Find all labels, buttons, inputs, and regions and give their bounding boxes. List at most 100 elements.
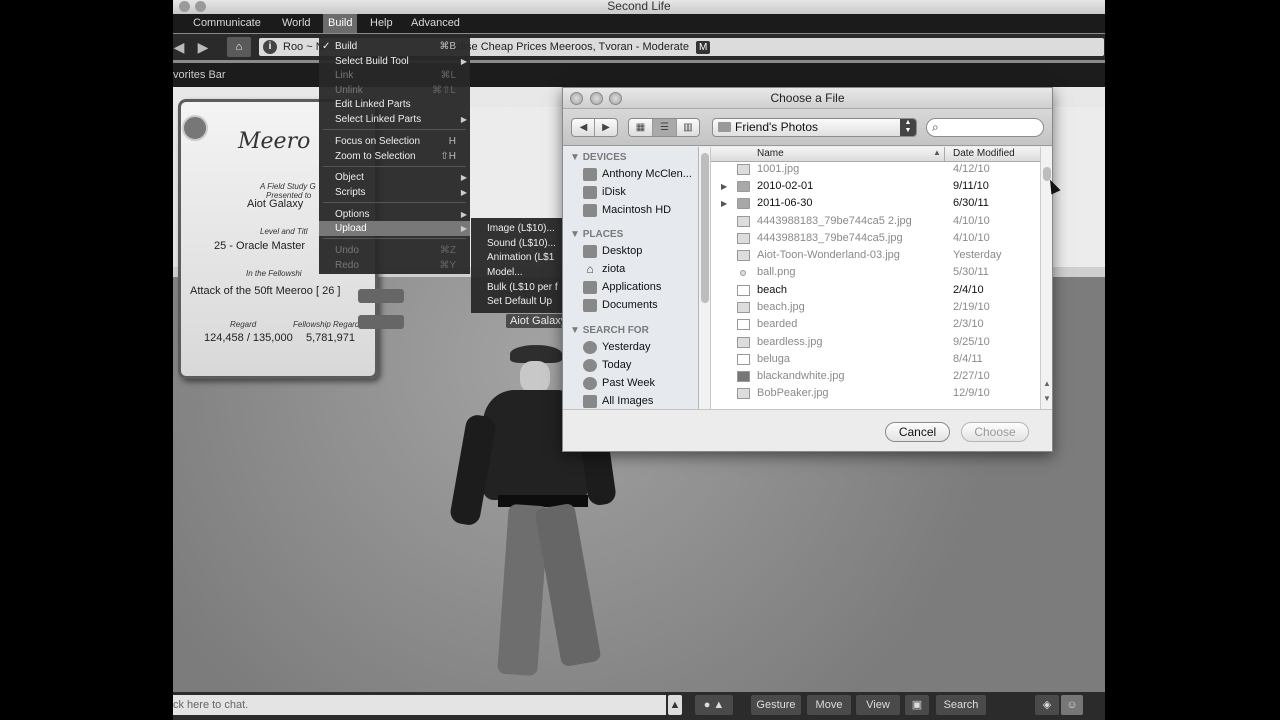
menu-build[interactable]: Build — [323, 14, 358, 33]
file-date: 4/12/10 — [953, 163, 990, 175]
upload-set-default[interactable]: Set Default Up — [471, 294, 571, 309]
scroll-down-icon[interactable]: ▼ — [1043, 394, 1051, 403]
file-date: 2/3/10 — [953, 318, 984, 330]
menu-communicate[interactable]: Communicate — [188, 14, 266, 33]
menu-item-label: Undo — [335, 245, 359, 256]
search-input[interactable]: ⌕ — [926, 118, 1044, 137]
favorites-bar: vorites Bar — [173, 63, 1105, 87]
menu-item-select-build-tool[interactable]: Select Build Tool ▶ — [319, 54, 470, 69]
sidebar-item-all-images[interactable]: All Images — [583, 393, 698, 409]
column-name[interactable]: Name — [757, 148, 784, 159]
column-view-icon[interactable]: ▥ — [677, 119, 699, 136]
menu-item-undo[interactable]: Undo ⌘Z — [319, 243, 470, 258]
sidebar-item-documents[interactable]: Documents — [583, 297, 698, 314]
menu-item-unlink[interactable]: Unlink ⌘⇧L — [319, 83, 470, 98]
back-button[interactable]: ◀ — [173, 37, 185, 57]
file-row[interactable]: ▶ 2011-06-30 6/30/11 — [711, 195, 1040, 212]
search-button[interactable]: Search — [936, 695, 986, 715]
upload-sound[interactable]: Sound (L$10)... — [471, 236, 571, 251]
menu-item-build[interactable]: ✓ Build ⌘B — [319, 39, 470, 54]
dialog-sidebar: ▼ DEVICES Anthony McClen... iDisk Macint… — [563, 147, 699, 409]
poster-button-1[interactable] — [358, 289, 404, 303]
menu-world[interactable]: World — [277, 14, 316, 33]
move-button[interactable]: Move — [807, 695, 851, 715]
menu-separator — [323, 129, 466, 130]
menu-item-focus-on-selection[interactable]: Focus on Selection H — [319, 134, 470, 149]
file-row[interactable]: beluga 8/4/11 — [711, 351, 1040, 368]
file-name: 2011-06-30 — [757, 197, 813, 209]
file-name: Aiot-Toon-Wonderland-03.jpg — [757, 249, 900, 261]
choose-button[interactable]: Choose — [961, 422, 1029, 442]
icon-view-icon[interactable]: ▦ — [629, 119, 652, 136]
sidebar-item-label: Today — [602, 359, 632, 371]
menu-shortcut: ⇧H — [440, 151, 456, 162]
file-row[interactable]: Aiot-Toon-Wonderland-03.jpg Yesterday — [711, 247, 1040, 264]
chat-input[interactable]: ck here to chat. — [173, 695, 666, 715]
cancel-button[interactable]: Cancel — [885, 422, 950, 442]
file-row[interactable]: ▶ 2010-02-01 9/11/10 — [711, 178, 1040, 195]
column-date-modified[interactable]: Date Modified — [953, 148, 1015, 159]
menu-help[interactable]: Help — [365, 14, 398, 33]
snapshot-icon[interactable]: ▣ — [905, 695, 929, 715]
menu-item-zoom-to-selection[interactable]: Zoom to Selection ⇧H — [319, 149, 470, 164]
file-row[interactable]: 4443988183_79be744ca5 2.jpg 4/10/10 — [711, 213, 1040, 230]
file-row[interactable]: ball.png 5/30/11 — [711, 264, 1040, 281]
sidebar-item-past-week[interactable]: Past Week — [583, 375, 698, 392]
file-row[interactable]: bearded 2/3/10 — [711, 316, 1040, 333]
sidebar-item-desktop[interactable]: Desktop — [583, 243, 698, 260]
menu-item-link[interactable]: Link ⌘L — [319, 68, 470, 83]
sidebar-item-yesterday[interactable]: Yesterday — [583, 339, 698, 356]
chat-history-icon[interactable]: ▲ — [668, 695, 682, 715]
menu-item-edit-linked-parts[interactable]: Edit Linked Parts — [319, 97, 470, 112]
file-row[interactable]: 4443988183_79be744ca5.jpg 4/10/10 — [711, 230, 1040, 247]
file-row[interactable]: beach 2/4/10 — [711, 282, 1040, 299]
disclosure-triangle-icon[interactable]: ▶ — [721, 195, 727, 212]
upload-bulk[interactable]: Bulk (L$10 per f — [471, 280, 571, 295]
file-row[interactable]: 1001.jpg 4/12/10 — [711, 161, 1040, 178]
forward-button[interactable]: ▶ — [195, 37, 211, 57]
menu-item-options[interactable]: Options ▶ — [319, 207, 470, 222]
sidebar-scrollbar[interactable] — [699, 147, 711, 409]
scroll-up-icon[interactable]: ▲ — [1043, 379, 1051, 388]
menu-shortcut: ⌘Z — [439, 245, 456, 256]
sidebar-item-macintosh-hd[interactable]: Macintosh HD — [583, 202, 698, 219]
upload-animation[interactable]: Animation (L$1 — [471, 250, 571, 265]
people-icon[interactable]: ☺ — [1061, 695, 1083, 715]
file-date: 5/30/11 — [953, 266, 989, 278]
forward-arrow-icon[interactable]: ▶ — [595, 119, 617, 136]
poster-button-2[interactable] — [358, 315, 404, 329]
back-arrow-icon[interactable]: ◀ — [572, 119, 595, 136]
scroll-thumb[interactable] — [701, 153, 709, 303]
sidebar-item-user[interactable]: Anthony McClen... — [583, 166, 698, 183]
menu-item-select-linked-parts[interactable]: Select Linked Parts ▶ — [319, 112, 470, 127]
sidebar-item-idisk[interactable]: iDisk — [583, 184, 698, 201]
location-popup[interactable]: Friend's Photos ▲ ▼ — [712, 118, 917, 137]
upload-image[interactable]: Image (L$10)... — [471, 221, 571, 236]
gesture-button[interactable]: Gesture — [751, 695, 801, 715]
view-button[interactable]: View — [856, 695, 900, 715]
document-icon — [737, 319, 750, 330]
sidebar-item-label: Past Week — [602, 377, 655, 389]
speak-button[interactable]: ● ▲ — [695, 695, 733, 715]
menu-shortcut: ⌘B — [439, 41, 456, 52]
sidebar-item-applications[interactable]: Applications — [583, 279, 698, 296]
home-button[interactable]: ⌂ — [227, 37, 251, 57]
menu-item-object[interactable]: Object ▶ — [319, 170, 470, 185]
mini-map-icon[interactable]: ◈ — [1035, 695, 1059, 715]
upload-model[interactable]: Model... — [471, 265, 571, 280]
sidebar-item-today[interactable]: Today — [583, 357, 698, 374]
file-row[interactable]: beach.jpg 2/19/10 — [711, 299, 1040, 316]
file-row[interactable]: beardless.jpg 9/25/10 — [711, 334, 1040, 351]
menu-item-redo[interactable]: Redo ⌘Y — [319, 258, 470, 273]
menu-item-scripts[interactable]: Scripts ▶ — [319, 185, 470, 200]
menu-item-upload[interactable]: Upload ▶ — [319, 221, 470, 236]
file-row[interactable]: BobPeaker.jpg 12/9/10 — [711, 385, 1040, 402]
folder-icon — [718, 122, 731, 132]
sidebar-item-ziota[interactable]: ⌂ ziota — [583, 261, 698, 278]
images-folder-icon — [583, 395, 597, 408]
disclosure-triangle-icon[interactable]: ▶ — [721, 178, 727, 195]
menu-advanced[interactable]: Advanced — [406, 14, 465, 33]
info-icon[interactable]: i — [263, 40, 277, 54]
file-row[interactable]: blackandwhite.jpg 2/27/10 — [711, 368, 1040, 385]
list-view-icon[interactable]: ☰ — [653, 119, 676, 136]
